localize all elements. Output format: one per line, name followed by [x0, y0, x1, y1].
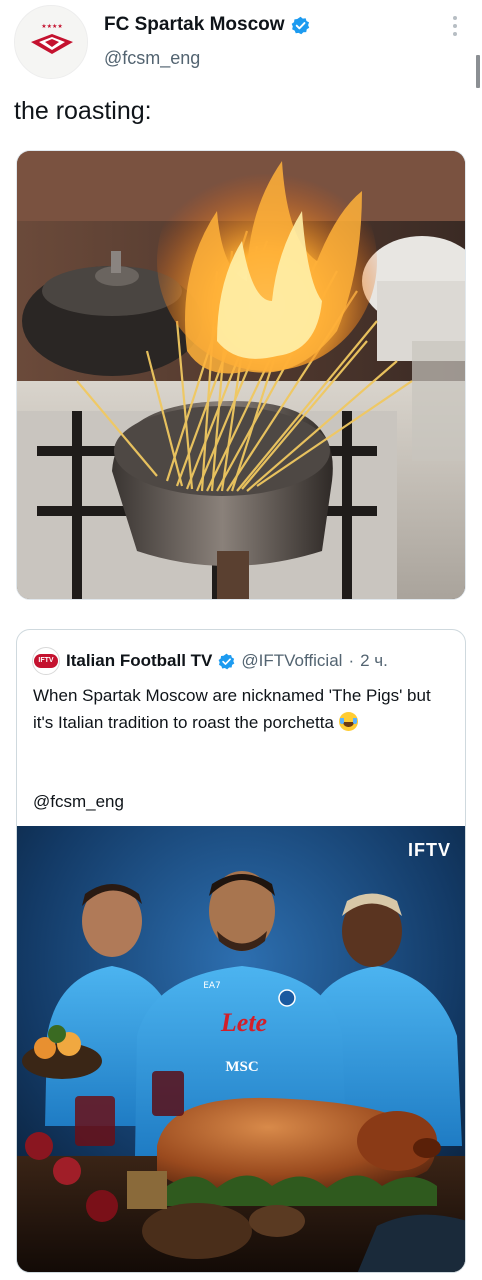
quoted-display-name[interactable]: Italian Football TV — [66, 651, 212, 671]
quoted-tweet[interactable]: IFTV Italian Football TV @IFTVofficial ·… — [16, 629, 466, 1273]
tweet-photo[interactable] — [16, 150, 466, 600]
iftv-watermark: IFTV — [408, 840, 451, 860]
quoted-avatar[interactable]: IFTV — [32, 647, 60, 675]
jersey-sponsor: Lete — [220, 1008, 267, 1037]
separator-dot: · — [348, 651, 355, 670]
scrollbar[interactable] — [476, 55, 480, 88]
more-options-icon[interactable] — [448, 14, 462, 38]
tears-of-joy-emoji-icon — [338, 712, 358, 731]
timestamp[interactable]: 2 ч. — [360, 651, 388, 671]
jersey-sub-sponsor: MSC — [225, 1059, 258, 1075]
handle[interactable]: @fcsm_eng — [104, 48, 200, 69]
svg-text:★★★★: ★★★★ — [41, 23, 63, 30]
tweet-text: the roasting: — [14, 97, 152, 125]
quoted-mention-link[interactable]: @fcsm_eng — [33, 792, 124, 812]
quoted-tweet-body: When Spartak Moscow are nicknamed 'The P… — [33, 686, 431, 732]
napoli-players-porchetta-image: Lete MSC EA7 — [17, 826, 465, 1272]
quoted-tweet-text: When Spartak Moscow are nicknamed 'The P… — [33, 682, 453, 736]
verified-badge-icon — [218, 653, 235, 670]
jersey-brand: EA7 — [203, 981, 221, 991]
quoted-handle[interactable]: @IFTVofficial — [241, 651, 342, 671]
display-name[interactable]: FC Spartak Moscow — [104, 14, 285, 36]
tweet: ★★★★ FC Spartak Moscow @fcsm_eng the roa… — [0, 0, 482, 1280]
verified-badge-icon — [291, 16, 310, 35]
quoted-tweet-header: IFTV Italian Football TV @IFTVofficial ·… — [32, 647, 388, 675]
name-row: FC Spartak Moscow — [104, 14, 310, 36]
burning-spaghetti-photo — [17, 151, 465, 599]
quoted-tweet-image[interactable]: Lete MSC EA7 IFTV — [17, 826, 465, 1272]
spartak-crest-icon: ★★★★ — [15, 6, 87, 78]
iftv-logo-icon: IFTV — [34, 654, 58, 668]
avatar[interactable]: ★★★★ — [14, 5, 88, 79]
